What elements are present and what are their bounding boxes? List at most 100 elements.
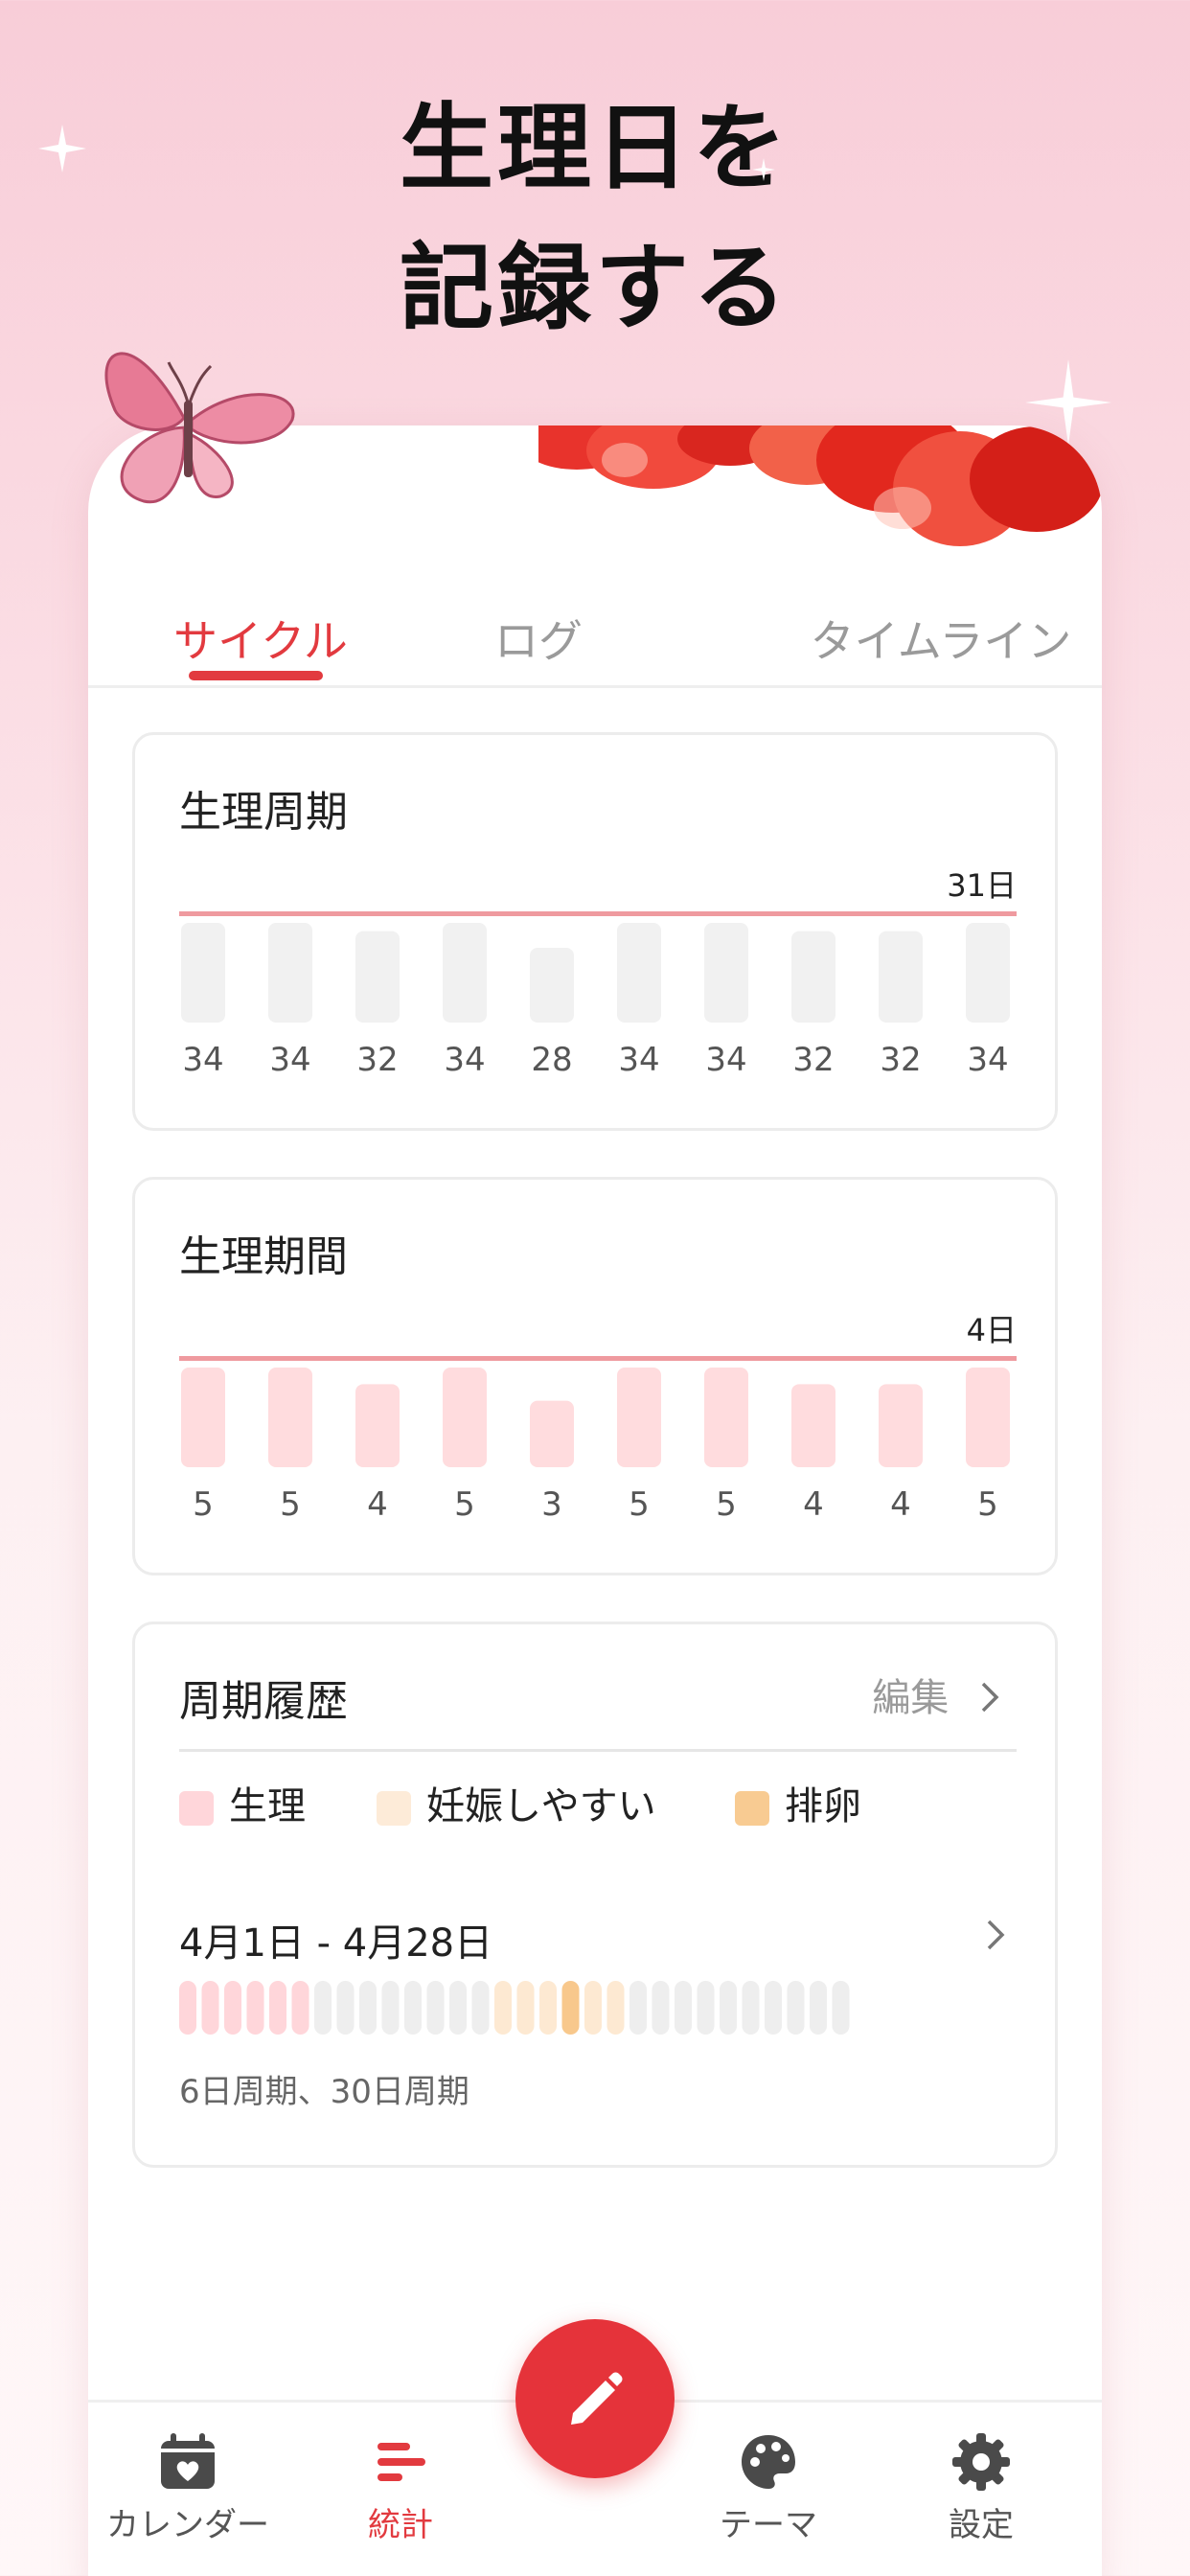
nav-settings[interactable]: 設定 <box>876 2431 1087 2545</box>
calendar-heart-icon <box>161 2433 215 2489</box>
cycle-day <box>606 1981 625 2035</box>
cycle-day <box>765 1981 782 2035</box>
history-entry[interactable]: 4月1日 - 4月28日 6日周期、30日周期 <box>135 1912 1061 2132</box>
chart-value-label: 32 <box>356 1041 398 1079</box>
cycle-day <box>832 1981 850 2035</box>
chart-value-label: 34 <box>269 1041 310 1079</box>
cycle-day <box>291 1981 309 2035</box>
chart-value-label: 5 <box>629 1485 650 1524</box>
cycle-day <box>314 1981 332 2035</box>
cycle-length-card[interactable]: 生理周期 34 34 32 34 28 34 34 32 32 34 31日 <box>132 732 1058 1131</box>
cycle-day <box>720 1981 737 2035</box>
cycle-day <box>269 1981 286 2035</box>
cycle-day <box>359 1981 377 2035</box>
chart-value-label: 34 <box>444 1041 485 1079</box>
chart-bar <box>530 1400 574 1467</box>
cycle-day <box>381 1981 400 2035</box>
pencil-icon <box>571 2372 623 2425</box>
nav-calendar[interactable]: カレンダー <box>88 2431 293 2545</box>
cycle-day <box>426 1981 445 2035</box>
cycle-day <box>224 1981 241 2035</box>
history-date-range: 4月1日 - 4月28日 <box>179 1921 493 1966</box>
red-flowers-illustration <box>538 426 1102 546</box>
chart-bar <box>268 923 312 1023</box>
chart-bar <box>966 923 1010 1023</box>
cycle-day <box>675 1981 692 2035</box>
chart-bar <box>530 948 574 1023</box>
chart-bar <box>443 923 487 1023</box>
cycle-day <box>246 1981 264 2035</box>
period-length-card[interactable]: 生理期間 5 5 4 5 3 5 5 4 4 5 4日 <box>132 1177 1058 1576</box>
cycle-day <box>201 1981 219 2035</box>
cycle-day <box>471 1981 490 2035</box>
cycle-day <box>629 1981 647 2035</box>
chart-value-label: 5 <box>977 1485 998 1524</box>
average-label: 4日 <box>967 1312 1017 1348</box>
cycle-day <box>516 1981 535 2035</box>
history-summary: 6日周期、30日周期 <box>179 2073 469 2111</box>
cycle-day <box>404 1981 422 2035</box>
chart-value-label: 5 <box>280 1485 301 1524</box>
chart-bar <box>181 1368 225 1467</box>
chart-bar <box>791 1384 835 1467</box>
chart-bar <box>268 1368 312 1467</box>
chevron-right-icon <box>981 1682 999 1713</box>
cycle-length-chart: 34 34 32 34 28 34 34 32 32 34 31日 <box>179 867 1017 1079</box>
legend-fertile-swatch <box>377 1791 411 1826</box>
cycle-day <box>449 1981 467 2035</box>
tab-log[interactable]: ログ <box>471 588 606 688</box>
chart-value-label: 4 <box>803 1485 824 1524</box>
chevron-right-icon <box>987 1920 1005 1950</box>
nav-stats[interactable]: 統計 <box>295 2431 506 2545</box>
chart-bar <box>704 1368 748 1467</box>
active-tab-indicator <box>189 671 323 680</box>
gear-icon <box>952 2433 1010 2491</box>
cycle-day <box>179 1981 196 2035</box>
stats-bars-icon <box>378 2443 425 2481</box>
chart-value-label: 3 <box>541 1485 562 1524</box>
period-length-chart: 5 5 4 5 3 5 5 4 4 5 4日 <box>179 1312 1017 1524</box>
cycle-day <box>742 1981 760 2035</box>
cycle-day <box>697 1981 715 2035</box>
cycle-history-card: 周期履歴 編集 生理 妊娠しやすい 排卵 4月1日 - 4月28日 6日周期、3… <box>132 1622 1058 2168</box>
chart-bar <box>966 1368 1010 1467</box>
chart-bar <box>355 1384 400 1467</box>
card-title: 周期履歴 <box>179 1677 348 1726</box>
nav-label: 設定 <box>949 2506 1014 2544</box>
chart-bar <box>879 931 923 1023</box>
phone-screen: サイクル ログ タイムライン 生理周期 34 34 32 34 28 34 34 32 32 34… <box>88 426 1102 2576</box>
chart-bar <box>443 1368 487 1467</box>
add-record-button[interactable] <box>515 2319 675 2478</box>
divider <box>179 1749 1017 1752</box>
edit-button[interactable]: 編集 <box>872 1667 1001 1722</box>
cycle-day <box>584 1981 602 2035</box>
cycle-day <box>810 1981 827 2035</box>
cycle-day-strip <box>179 1981 850 2035</box>
chart-bar <box>617 923 661 1023</box>
cycle-day <box>652 1981 670 2035</box>
chart-value-label: 34 <box>182 1041 223 1079</box>
nav-theme[interactable]: テーマ <box>663 2431 874 2545</box>
chart-value-label: 34 <box>705 1041 746 1079</box>
average-line <box>179 911 1017 916</box>
legend-ovulation-swatch <box>735 1791 769 1826</box>
cycle-day <box>494 1981 512 2035</box>
chart-value-label: 4 <box>890 1485 911 1524</box>
sparkle-icon <box>752 158 775 181</box>
legend-ovulation-label: 排卵 <box>785 1784 861 1828</box>
chart-value-label: 5 <box>716 1485 737 1524</box>
average-label: 31日 <box>947 867 1017 904</box>
cycle-day <box>539 1981 557 2035</box>
chart-value-label: 5 <box>454 1485 475 1524</box>
chart-value-label: 5 <box>193 1485 214 1524</box>
average-line <box>179 1356 1017 1361</box>
legend-period-label: 生理 <box>229 1784 306 1828</box>
chart-value-label: 4 <box>367 1485 388 1524</box>
chart-value-label: 32 <box>792 1041 834 1079</box>
legend-fertile-label: 妊娠しやすい <box>426 1784 656 1828</box>
chart-bar <box>181 923 225 1023</box>
chart-value-label: 34 <box>618 1041 659 1079</box>
chart-value-label: 32 <box>880 1041 921 1079</box>
sparkle-icon <box>38 125 86 172</box>
tab-timeline[interactable]: タイムライン <box>797 588 1085 688</box>
